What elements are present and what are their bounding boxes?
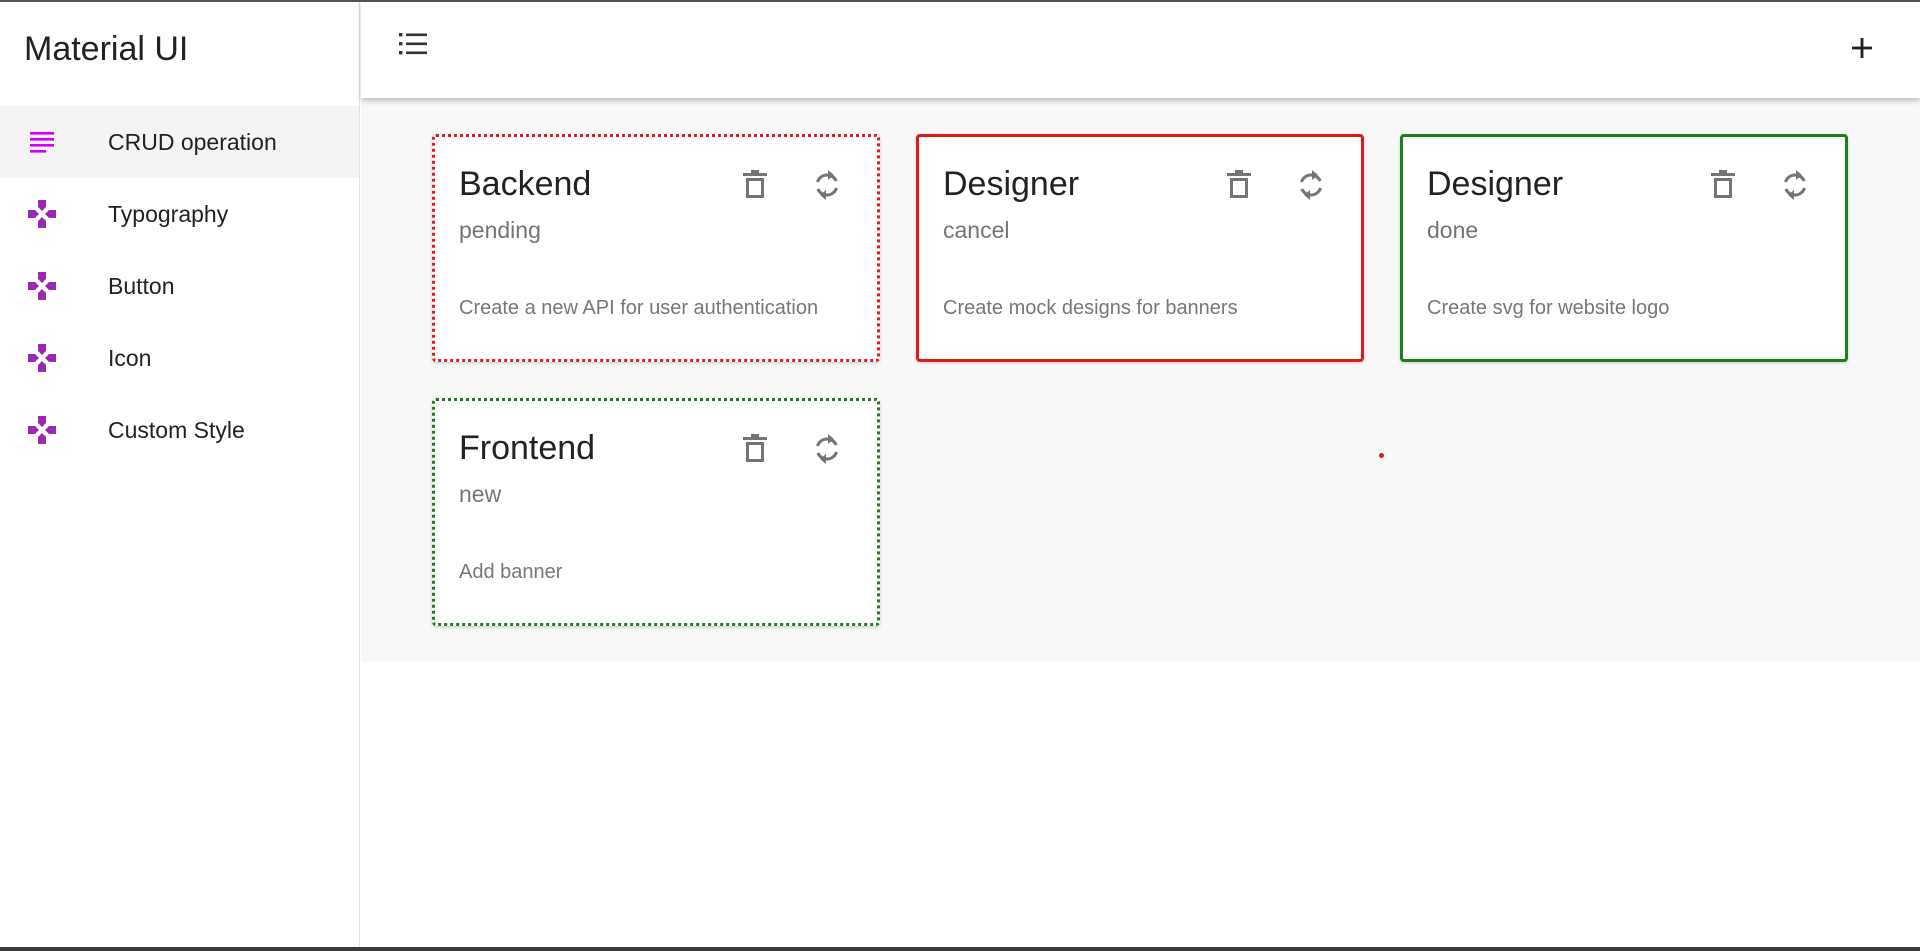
sidebar-nav: CRUD operation Typography Button Icon Cu… [0,106,359,466]
delete-button[interactable] [735,431,775,471]
sidebar-item-label: CRUD operation [108,128,277,155]
delete-button[interactable] [1703,167,1743,207]
sidebar-item-icon[interactable]: Icon [0,322,359,394]
card-title: Designer [943,165,1080,203]
trash-icon [1710,169,1736,205]
cursor-dot [1379,453,1384,458]
app-bar [361,2,1920,98]
sidebar-item-label: Custom Style [108,416,245,443]
brand-title: Material UI [24,30,189,68]
card-title: Backend [459,165,592,203]
sidebar-drawer: Material UI CRUD operation Typography Bu… [0,2,360,951]
task-card: Designer done Create svg for website log… [1400,134,1848,362]
gamepad-icon [26,198,58,230]
update-status-button[interactable] [807,431,847,471]
plus-icon [1850,36,1874,65]
menu-button[interactable] [395,28,431,64]
trash-icon [1226,169,1252,205]
trash-icon [742,433,768,469]
gamepad-icon [26,270,58,302]
notes-icon [26,126,58,158]
gamepad-icon [26,342,58,374]
task-board: Backend pending Create a new API for use… [361,98,1920,662]
trash-icon [742,169,768,205]
task-card: Designer cancel Create mock designs for … [916,134,1364,362]
card-title: Frontend [459,429,596,467]
task-card: Frontend new Add banner [432,398,880,626]
refresh-icon [812,433,842,469]
sidebar-item-crud-operation[interactable]: CRUD operation [0,106,359,178]
card-description: Add banner [459,561,563,583]
update-status-button[interactable] [1291,167,1331,207]
refresh-icon [1780,169,1810,205]
card-status: pending [459,217,541,243]
card-description: Create svg for website logo [1427,297,1670,319]
task-card: Backend pending Create a new API for use… [432,134,880,362]
refresh-icon [1296,169,1326,205]
card-description: Create mock designs for banners [943,297,1238,319]
gamepad-icon [26,414,58,446]
sidebar-item-label: Typography [108,200,229,227]
card-status: done [1427,217,1479,243]
card-status: new [459,481,502,507]
sidebar-item-typography[interactable]: Typography [0,178,359,250]
update-status-button[interactable] [807,167,847,207]
refresh-icon [812,169,842,205]
sidebar-item-label: Icon [108,344,152,371]
card-description: Create a new API for user authentication [459,297,819,319]
sidebar-item-custom-style[interactable]: Custom Style [0,394,359,466]
add-task-button[interactable] [1844,32,1880,68]
card-title: Designer [1427,165,1564,203]
delete-button[interactable] [1219,167,1259,207]
list-icon [398,31,428,62]
card-status: cancel [943,217,1010,243]
sidebar-item-label: Button [108,272,175,299]
sidebar-item-button[interactable]: Button [0,250,359,322]
update-status-button[interactable] [1775,167,1815,207]
delete-button[interactable] [735,167,775,207]
taskbar-edge [0,947,1920,951]
